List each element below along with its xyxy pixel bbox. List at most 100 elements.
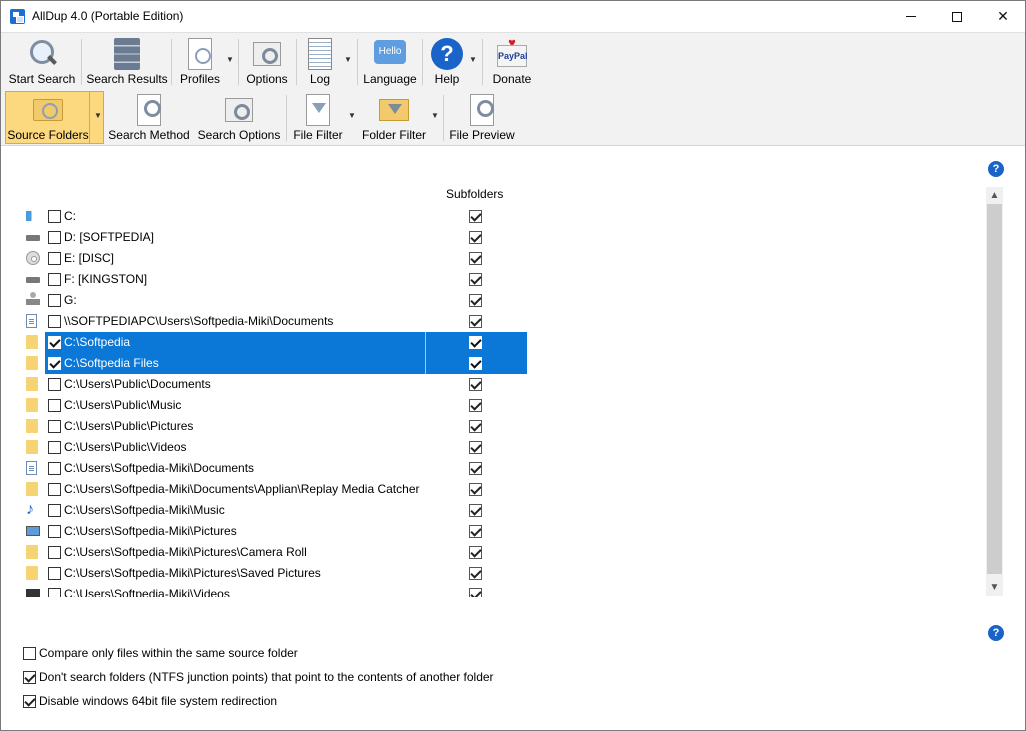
folder-row[interactable]: C:\Users\Softpedia-Miki\Documents	[23, 458, 527, 479]
folder-include-checkbox[interactable]	[48, 357, 61, 370]
help-label: Help	[434, 72, 460, 86]
options-button[interactable]: Options	[242, 33, 292, 90]
folder-include-checkbox[interactable]	[48, 567, 61, 580]
subfolders-checkbox[interactable]	[469, 294, 482, 307]
folder-include-checkbox[interactable]	[48, 378, 61, 391]
subfolders-checkbox[interactable]	[469, 378, 482, 391]
folder-include-checkbox[interactable]	[48, 441, 61, 454]
log-dropdown-icon[interactable]: ▼	[344, 55, 352, 64]
search-options-button[interactable]: Search Options	[196, 89, 282, 146]
option-checkbox[interactable]	[23, 671, 36, 684]
folder-row[interactable]: C:\Users\Softpedia-Miki\Pictures\Camera …	[23, 542, 527, 563]
file-filter-dropdown-icon[interactable]: ▼	[348, 111, 356, 120]
folder-row[interactable]: C:\Users\Public\Videos	[23, 437, 527, 458]
subfolders-checkbox[interactable]	[469, 588, 482, 597]
search-method-button[interactable]: Search Method	[107, 89, 191, 146]
folder-icon	[26, 377, 38, 391]
subfolders-checkbox[interactable]	[469, 525, 482, 538]
folder-row[interactable]: C:\Softpedia	[23, 332, 527, 353]
help-icon[interactable]: ?	[988, 625, 1004, 641]
file-filter-button[interactable]: File Filter	[290, 89, 346, 146]
folder-row[interactable]: C:	[23, 206, 527, 227]
profiles-dropdown-icon[interactable]: ▼	[226, 55, 234, 64]
help-button[interactable]: ? Help	[426, 33, 468, 90]
scroll-down-icon[interactable]: ▼	[986, 579, 1003, 596]
folder-row[interactable]: C:\Users\Softpedia-Miki\Videos	[23, 584, 527, 597]
source-folders-button[interactable]: Source Folders	[6, 89, 90, 146]
help-dropdown-icon[interactable]: ▼	[469, 55, 477, 64]
folder-include-checkbox[interactable]	[48, 336, 61, 349]
subfolders-checkbox[interactable]	[469, 357, 482, 370]
subfolders-checkbox[interactable]	[469, 441, 482, 454]
folder-include-checkbox[interactable]	[48, 399, 61, 412]
subfolders-checkbox[interactable]	[469, 210, 482, 223]
folder-include-checkbox[interactable]	[48, 588, 61, 597]
folder-include-checkbox[interactable]	[48, 483, 61, 496]
subfolders-checkbox[interactable]	[469, 399, 482, 412]
language-button[interactable]: Hello Language	[361, 33, 419, 90]
source-folders-dropdown-icon[interactable]: ▼	[94, 111, 102, 120]
subfolders-checkbox[interactable]	[469, 231, 482, 244]
subfolders-checkbox[interactable]	[469, 252, 482, 265]
option-checkbox[interactable]	[23, 695, 36, 708]
toolbar-separator	[443, 95, 444, 141]
folder-row[interactable]: C:\Users\Softpedia-Miki\Pictures\Saved P…	[23, 563, 527, 584]
help-icon[interactable]: ?	[988, 161, 1004, 177]
folder-row[interactable]: E: [DISC]	[23, 248, 527, 269]
option-checkbox[interactable]	[23, 647, 36, 660]
search-method-icon	[137, 94, 161, 126]
scroll-thumb[interactable]	[987, 204, 1002, 574]
folder-row[interactable]: C:\Users\Public\Documents	[23, 374, 527, 395]
folder-row[interactable]: C:\Softpedia Files	[23, 353, 527, 374]
start-search-button[interactable]: Start Search	[5, 33, 79, 90]
source-folders-label: Source Folders	[7, 128, 89, 142]
folder-filter-dropdown-icon[interactable]: ▼	[431, 111, 439, 120]
folder-row[interactable]: C:\Users\Public\Pictures	[23, 416, 527, 437]
donate-button[interactable]: ♥ PayPal Donate	[486, 33, 538, 90]
subfolders-checkbox[interactable]	[469, 462, 482, 475]
profiles-button[interactable]: Profiles	[175, 33, 225, 90]
list-scrollbar[interactable]: ▲ ▼	[986, 187, 1003, 596]
folder-include-checkbox[interactable]	[48, 231, 61, 244]
folder-include-checkbox[interactable]	[48, 525, 61, 538]
folder-include-checkbox[interactable]	[48, 462, 61, 475]
folder-row[interactable]: F: [KINGSTON]	[23, 269, 527, 290]
folder-row[interactable]: C:\Users\Public\Music	[23, 395, 527, 416]
folder-row[interactable]: \\SOFTPEDIAPC\Users\Softpedia-Miki\Docum…	[23, 311, 527, 332]
start-search-label: Start Search	[8, 72, 76, 86]
folder-filter-button[interactable]: Folder Filter	[360, 89, 428, 146]
folder-row[interactable]: D: [SOFTPEDIA]	[23, 227, 527, 248]
folder-row[interactable]: ♪ C:\Users\Softpedia-Miki\Music	[23, 500, 527, 521]
folder-include-checkbox[interactable]	[48, 546, 61, 559]
subfolders-checkbox[interactable]	[469, 315, 482, 328]
folder-include-checkbox[interactable]	[48, 420, 61, 433]
search-results-button[interactable]: Search Results	[85, 33, 169, 90]
file-preview-button[interactable]: File Preview	[447, 89, 517, 146]
log-button[interactable]: Log	[300, 33, 340, 90]
folder-include-checkbox[interactable]	[48, 273, 61, 286]
folder-row[interactable]: C:\Users\Softpedia-Miki\Documents\Applia…	[23, 479, 527, 500]
close-button[interactable]: ✕	[980, 1, 1026, 32]
file-preview-label: File Preview	[449, 128, 515, 142]
option-label: Compare only files within the same sourc…	[39, 646, 298, 660]
folder-include-checkbox[interactable]	[48, 315, 61, 328]
subfolders-checkbox[interactable]	[469, 336, 482, 349]
folder-include-checkbox[interactable]	[48, 210, 61, 223]
folder-row[interactable]: C:\Users\Softpedia-Miki\Pictures	[23, 521, 527, 542]
search-results-label: Search Results	[86, 72, 168, 86]
folder-path: G:	[64, 293, 77, 307]
folder-include-checkbox[interactable]	[48, 252, 61, 265]
subfolders-checkbox[interactable]	[469, 273, 482, 286]
folder-row[interactable]: G:	[23, 290, 527, 311]
subfolders-checkbox[interactable]	[469, 420, 482, 433]
maximize-button[interactable]	[934, 1, 980, 32]
log-icon	[308, 38, 332, 70]
subfolders-checkbox[interactable]	[469, 546, 482, 559]
folder-include-checkbox[interactable]	[48, 504, 61, 517]
minimize-button[interactable]	[888, 1, 934, 32]
subfolders-checkbox[interactable]	[469, 567, 482, 580]
scroll-up-icon[interactable]: ▲	[986, 187, 1003, 204]
subfolders-checkbox[interactable]	[469, 504, 482, 517]
subfolders-checkbox[interactable]	[469, 483, 482, 496]
folder-include-checkbox[interactable]	[48, 294, 61, 307]
